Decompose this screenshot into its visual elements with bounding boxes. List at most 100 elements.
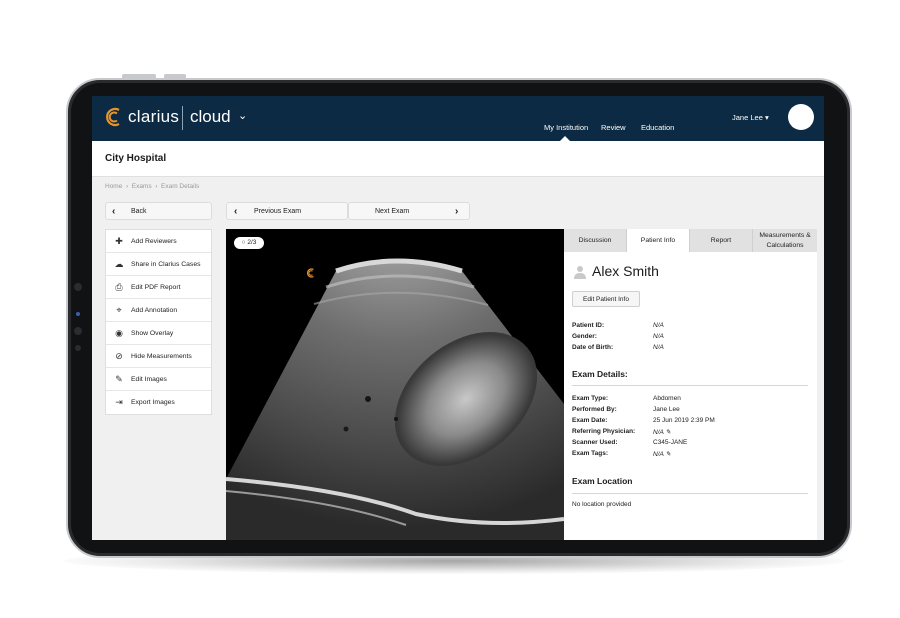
field-label: Date of Birth:: [572, 344, 614, 351]
patient-name: Alex Smith: [592, 263, 659, 279]
pin-icon: ⌖: [116, 305, 122, 315]
institution-title: City Hospital: [105, 153, 167, 164]
eye-icon: ◉: [115, 328, 123, 338]
image-counter-value: 2/3: [247, 239, 257, 246]
action-label: Edit Images: [131, 376, 167, 383]
previous-exam-button[interactable]: ‹ Previous Exam: [226, 202, 348, 220]
camera-dot: [74, 327, 82, 335]
chevron-left-icon: ‹: [112, 206, 116, 217]
field-value: N/A: [653, 322, 664, 329]
tab-label: Patient Info: [640, 237, 676, 244]
edit-images-action[interactable]: ✎ Edit Images: [106, 368, 211, 391]
pencil-icon: ✎: [115, 374, 123, 384]
field-label: Scanner Used:: [572, 439, 618, 446]
back-button[interactable]: ‹ Back: [105, 202, 212, 220]
tab-label: Discussion: [578, 237, 612, 244]
chevron-right-icon: ›: [455, 206, 459, 217]
field-label: Performed By:: [572, 406, 617, 413]
breadcrumb: Home › Exams › Exam Details: [105, 183, 200, 190]
action-label: Add Annotation: [131, 307, 178, 314]
action-label: Edit PDF Report: [131, 284, 181, 291]
tab-discussion[interactable]: Discussion: [564, 229, 627, 252]
exam-location-heading: Exam Location: [572, 476, 633, 486]
field-value: Abdomen: [653, 395, 681, 402]
camera-dot: [75, 345, 81, 351]
details-panel: Discussion Patient Info Report Measureme…: [564, 229, 817, 540]
field-value: N/A: [653, 344, 664, 351]
chevron-left-icon: ‹: [234, 206, 238, 217]
user-menu[interactable]: Jane Lee ▾: [732, 113, 769, 122]
field-value: 25 Jun 2019 2:39 PM: [653, 417, 715, 424]
printer-icon: ⎙: [115, 282, 123, 292]
export-icon: ⇥: [115, 397, 123, 407]
field-label: Gender:: [572, 333, 597, 340]
field-value: Jane Lee: [653, 406, 680, 413]
institution-bar: City Hospital: [92, 141, 824, 177]
field-value: N/A: [653, 333, 664, 340]
clarius-logo-icon: [306, 268, 314, 278]
cloud-upload-icon: ☁: [114, 259, 124, 269]
breadcrumb-exams[interactable]: Exams: [132, 183, 152, 190]
pencil-icon[interactable]: ✎: [665, 451, 670, 458]
brand-name: clarius: [128, 107, 180, 126]
chevron-down-icon: ▾: [764, 113, 769, 122]
show-overlay-action[interactable]: ◉ Show Overlay: [106, 322, 211, 345]
tab-label: Report: [710, 237, 732, 244]
details-tabs: Discussion Patient Info Report Measureme…: [564, 229, 817, 252]
brand-divider: [182, 106, 183, 130]
previous-exam-label: Previous Exam: [254, 208, 302, 215]
eye-icon: ○: [241, 239, 246, 246]
product-name: cloud: [190, 107, 231, 126]
exam-tags-value: N/A: [653, 451, 664, 458]
location-value: No location provided: [572, 501, 632, 508]
add-reviewers-action[interactable]: ✚ Add Reviewers: [106, 230, 211, 253]
person-icon: [574, 266, 586, 279]
edit-pdf-report-action[interactable]: ⎙ Edit PDF Report: [106, 276, 211, 299]
field-value: N/A ✎: [653, 428, 671, 436]
add-reviewer-icon: ✚: [115, 236, 123, 246]
tab-measurements[interactable]: Measurements & Calculations: [753, 229, 817, 252]
breadcrumb-home[interactable]: Home: [105, 183, 122, 190]
breadcrumb-current: Exam Details: [161, 183, 200, 190]
clarius-logo-icon: [106, 107, 120, 127]
nav-review[interactable]: Review: [601, 123, 626, 132]
exam-details-heading: Exam Details:: [572, 369, 628, 379]
action-label: Add Reviewers: [131, 238, 177, 245]
chevron-down-icon[interactable]: ⌄: [238, 109, 247, 122]
pencil-icon[interactable]: ✎: [665, 429, 670, 436]
field-label: Referring Physician:: [572, 428, 636, 435]
nav-my-institution[interactable]: My Institution: [544, 123, 588, 132]
avatar[interactable]: [788, 104, 814, 130]
field-value: N/A ✎: [653, 450, 671, 458]
camera-dot: [74, 283, 82, 291]
field-label: Exam Type:: [572, 395, 609, 402]
edit-patient-info-button[interactable]: Edit Patient Info: [572, 291, 640, 307]
export-images-action[interactable]: ⇥ Export Images: [106, 391, 211, 414]
next-exam-button[interactable]: Next Exam ›: [348, 202, 470, 220]
hide-measurements-action[interactable]: ⊘ Hide Measurements: [106, 345, 211, 368]
action-label: Export Images: [131, 399, 175, 406]
action-label: Show Overlay: [131, 330, 174, 337]
tab-label: Measurements & Calculations: [759, 232, 811, 249]
app-screen: clarius cloud ⌄ My Institution Review Ed…: [92, 96, 824, 540]
top-navbar: clarius cloud ⌄ My Institution Review Ed…: [92, 96, 824, 141]
next-exam-label: Next Exam: [375, 208, 410, 215]
divider: [572, 385, 808, 386]
tab-report[interactable]: Report: [690, 229, 753, 252]
nav-education[interactable]: Education: [641, 123, 674, 132]
image-counter: ○ 2/3: [234, 237, 264, 249]
add-annotation-action[interactable]: ⌖ Add Annotation: [106, 299, 211, 322]
field-label: Exam Date:: [572, 417, 608, 424]
action-list: ✚ Add Reviewers ☁ Share in Clarius Cases…: [105, 229, 212, 415]
back-label: Back: [131, 208, 147, 215]
tab-patient-info[interactable]: Patient Info: [627, 229, 690, 252]
share-cases-action[interactable]: ☁ Share in Clarius Cases: [106, 253, 211, 276]
user-name: Jane Lee: [732, 113, 763, 122]
ultrasound-image: [226, 258, 564, 540]
referring-physician-value: N/A: [653, 429, 664, 436]
divider: [572, 493, 808, 494]
eye-slash-icon: ⊘: [115, 351, 123, 361]
field-value: C345-JANE: [653, 439, 688, 446]
action-label: Share in Clarius Cases: [131, 261, 201, 268]
ultrasound-viewer[interactable]: ○ 2/3: [226, 229, 564, 540]
